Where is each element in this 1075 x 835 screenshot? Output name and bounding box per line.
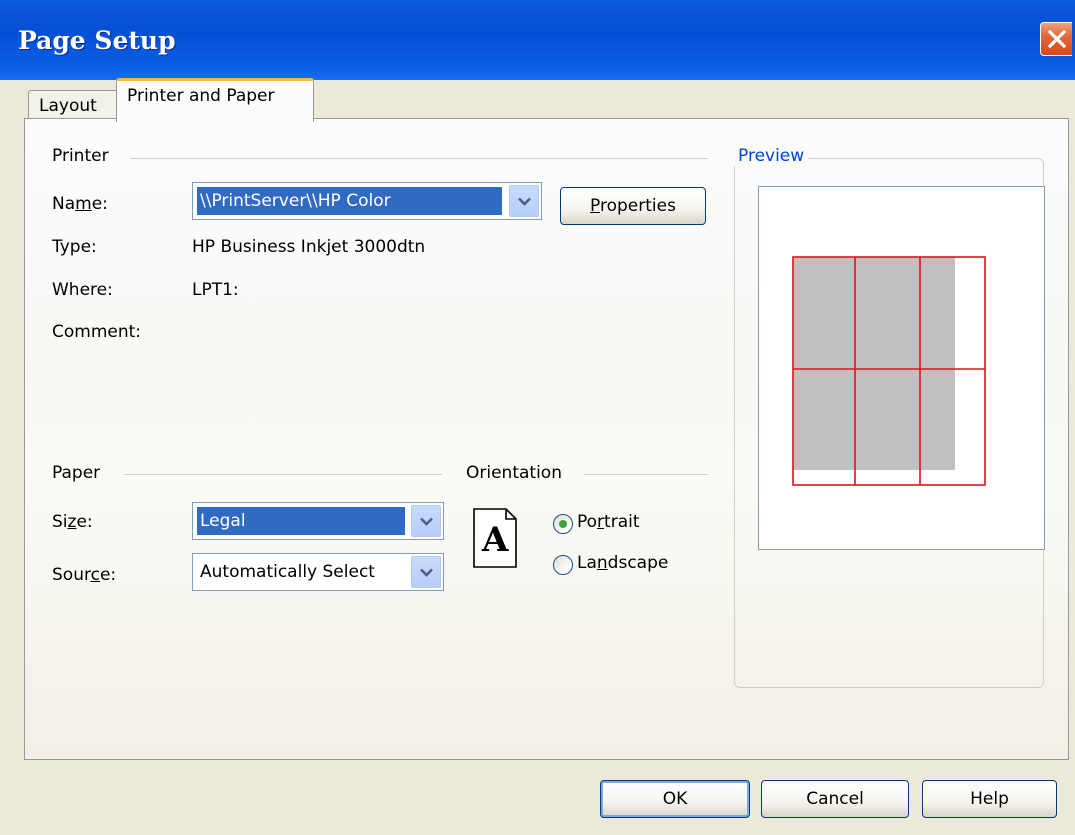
tab-printer-and-paper[interactable]: Printer and Paper: [116, 78, 314, 122]
close-icon: [1047, 29, 1067, 49]
size-label: Size:: [52, 512, 93, 532]
type-label: Type:: [52, 237, 97, 257]
portrait-radio[interactable]: [553, 514, 573, 534]
orientation-group-label: Orientation: [466, 463, 562, 483]
orientation-group-divider: [584, 474, 708, 475]
paper-group-divider: [124, 474, 442, 475]
printer-name-dropdown-button[interactable]: [509, 185, 539, 217]
chevron-down-icon: [420, 568, 433, 577]
printer-group-label: Printer: [52, 146, 109, 166]
properties-button[interactable]: Properties: [560, 187, 706, 225]
paper-group-label: Paper: [52, 463, 101, 483]
source-label: Source:: [52, 565, 117, 585]
paper-size-dropdown[interactable]: Legal: [192, 502, 444, 540]
printer-group-divider: [130, 158, 708, 159]
page-orientation-letter: A: [482, 520, 509, 560]
page-setup-dialog: Page Setup Layout Printer and Paper Prin…: [0, 0, 1075, 835]
printer-name-dropdown[interactable]: \\PrintServer\\HP Color: [192, 182, 542, 220]
chevron-down-icon: [420, 517, 433, 526]
paper-source-dropdown-button[interactable]: [411, 556, 441, 588]
preview-printable-area: [793, 257, 955, 470]
radio-selected-dot: [559, 520, 567, 528]
where-value: LPT1:: [192, 280, 239, 300]
close-button[interactable]: [1040, 22, 1072, 56]
preview-group-label: Preview: [734, 146, 809, 166]
comment-label: Comment:: [52, 322, 142, 342]
paper-source-dropdown[interactable]: Automatically Select: [192, 553, 444, 591]
paper-source-value: Automatically Select: [200, 562, 375, 582]
cancel-button[interactable]: Cancel: [761, 780, 909, 818]
landscape-label[interactable]: Landscape: [577, 553, 668, 573]
window-title: Page Setup: [18, 26, 176, 55]
tab-layout[interactable]: Layout: [28, 90, 118, 121]
ok-button[interactable]: OK: [600, 780, 750, 818]
preview-page: [758, 186, 1045, 550]
paper-size-value: Legal: [196, 506, 406, 536]
help-button[interactable]: Help: [922, 780, 1057, 818]
title-bar[interactable]: Page Setup: [0, 0, 1075, 80]
where-label: Where:: [52, 280, 113, 300]
landscape-radio[interactable]: [553, 555, 573, 575]
name-label: Name:: [52, 194, 108, 214]
tab-bar: Layout Printer and Paper: [24, 76, 1069, 122]
paper-size-dropdown-button[interactable]: [411, 505, 441, 537]
print-preview-grid: [792, 256, 986, 486]
printer-name-value: \\PrintServer\\HP Color: [196, 186, 503, 216]
type-value: HP Business Inkjet 3000dtn: [192, 237, 426, 257]
page-orientation-icon: A: [473, 508, 517, 568]
chevron-down-icon: [518, 197, 531, 206]
portrait-label[interactable]: Portrait: [577, 512, 640, 532]
